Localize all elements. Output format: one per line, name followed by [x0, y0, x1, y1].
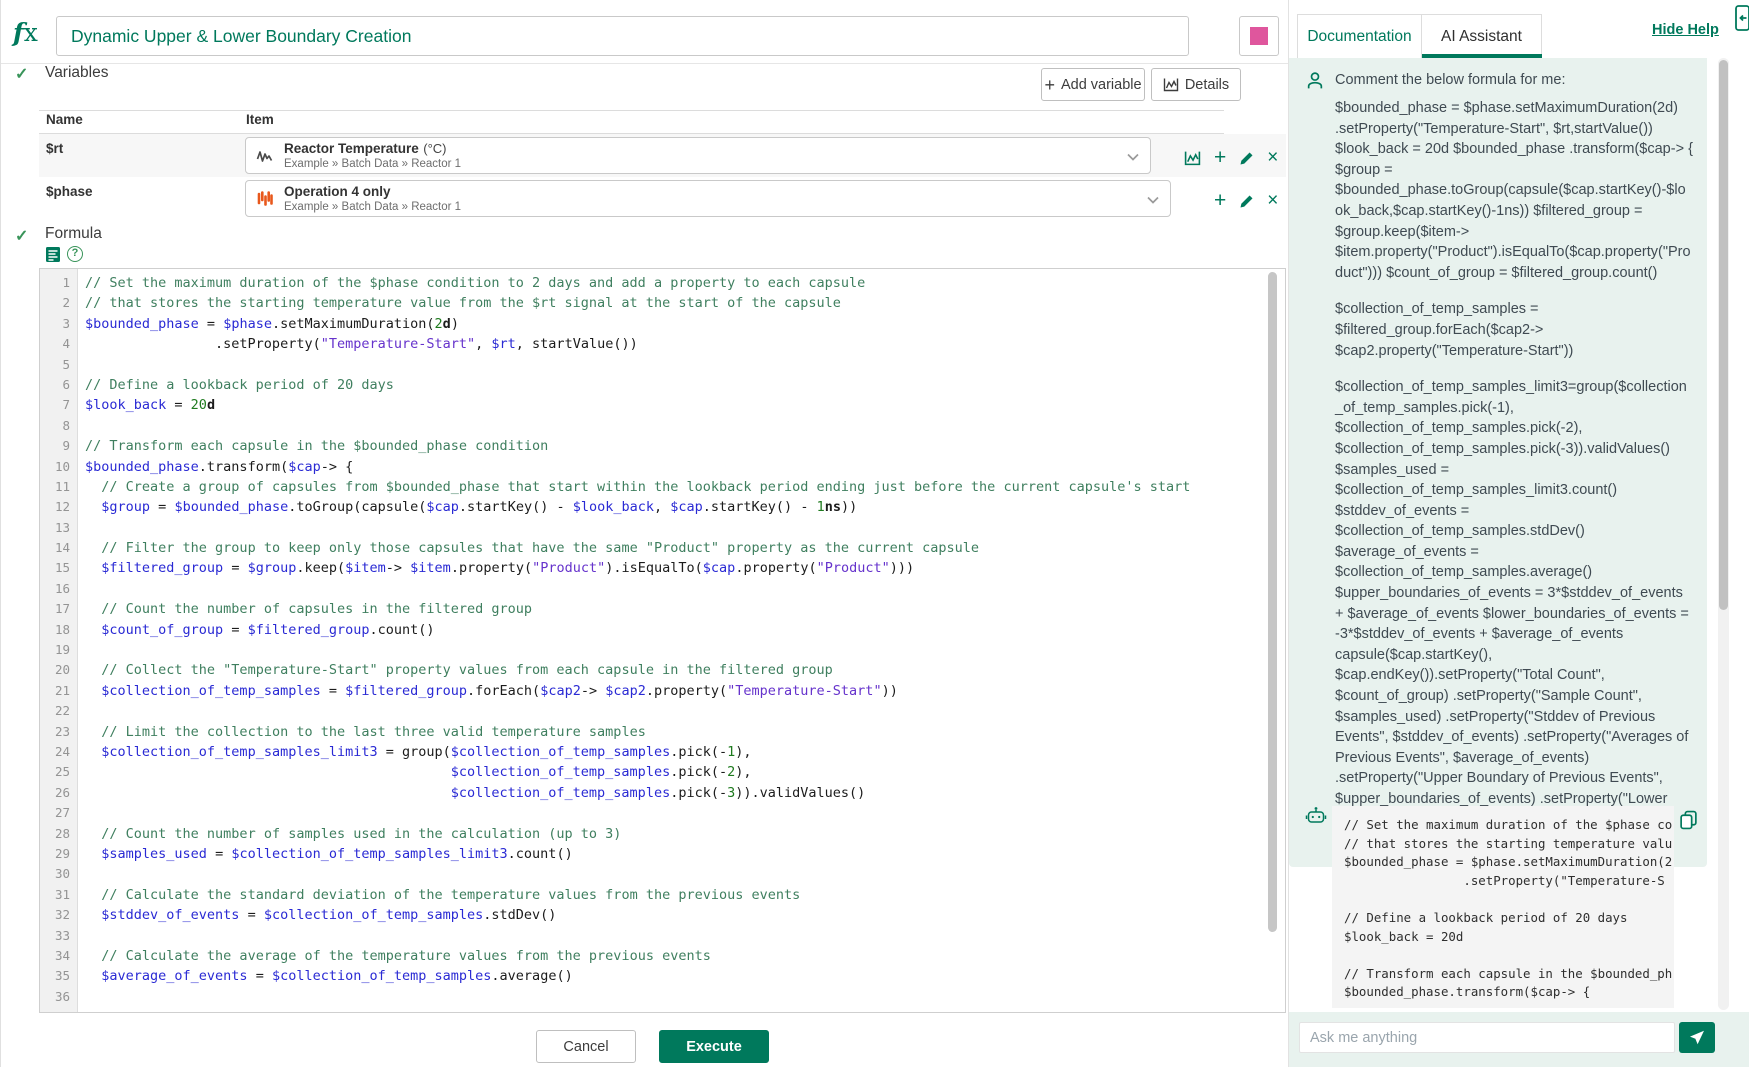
- variables-section-label: Variables: [45, 64, 108, 82]
- execute-button[interactable]: Execute: [659, 1030, 769, 1063]
- formula-title-input[interactable]: [56, 16, 1189, 56]
- edit-pencil-icon[interactable]: [1239, 151, 1254, 166]
- item-path: Example » Batch Data » Reactor 1: [284, 201, 461, 214]
- item-select-operation-4-only[interactable]: Operation 4 only Example » Batch Data » …: [245, 180, 1171, 217]
- formula-code[interactable]: // Set the maximum duration of the $phas…: [79, 269, 1285, 1012]
- variable-name: $rt: [46, 141, 63, 156]
- ai-response-code-block[interactable]: // Set the maximum duration of the $phas…: [1332, 806, 1674, 1008]
- formula-fx-icon: fx: [13, 18, 38, 47]
- tab-documentation[interactable]: Documentation: [1297, 14, 1422, 58]
- ask-input-bar: [1289, 1012, 1749, 1067]
- cancel-button[interactable]: Cancel: [536, 1030, 636, 1063]
- formula-check-icon: ✓: [15, 226, 28, 246]
- remove-icon[interactable]: ×: [1267, 147, 1278, 169]
- line-number-gutter: 1234567891011121314151617181920212223242…: [40, 269, 78, 1012]
- add-variable-button[interactable]: + Add variable: [1041, 68, 1145, 101]
- add-icon[interactable]: +: [1214, 146, 1226, 170]
- table-row: $rt Reactor Temperature (°C) Example » B…: [39, 134, 1286, 177]
- edit-pencil-icon[interactable]: [1239, 194, 1254, 209]
- chevron-down-icon[interactable]: [1126, 151, 1140, 163]
- formula-code-editor[interactable]: 1234567891011121314151617181920212223242…: [39, 268, 1286, 1013]
- add-icon[interactable]: +: [1214, 189, 1226, 213]
- chat-message-intro: Comment the below formula for me:: [1335, 71, 1565, 88]
- help-panel: Documentation AI Assistant Hide Help Com…: [1288, 0, 1749, 1067]
- variable-name: $phase: [46, 184, 93, 199]
- trend-chart-icon: [1163, 77, 1179, 92]
- item-title: Reactor Temperature: [284, 141, 419, 156]
- item-path: Example » Batch Data » Reactor 1: [284, 158, 461, 171]
- details-button[interactable]: Details: [1151, 68, 1241, 101]
- panel-scrollbar-thumb[interactable]: [1719, 60, 1728, 610]
- send-button[interactable]: [1679, 1022, 1715, 1053]
- chevron-down-icon[interactable]: [1146, 194, 1160, 206]
- user-person-icon: [1305, 71, 1325, 90]
- formula-section-label: Formula: [45, 225, 102, 243]
- signal-icon: [256, 148, 274, 164]
- formula-document-icon[interactable]: [45, 246, 61, 263]
- view-on-trend-icon[interactable]: [1184, 150, 1201, 166]
- collapse-panel-icon[interactable]: [1735, 5, 1749, 31]
- plus-icon: +: [1044, 76, 1055, 94]
- editor-scrollbar-thumb[interactable]: [1268, 272, 1277, 932]
- table-top-border: [39, 110, 1224, 111]
- formula-tool-window: fx ✓ Variables + Add variable Details Na…: [0, 0, 1749, 1067]
- variables-check-icon: ✓: [15, 64, 28, 84]
- remove-icon[interactable]: ×: [1267, 190, 1278, 212]
- color-swatch-button[interactable]: [1239, 16, 1279, 56]
- header-divider: [1, 63, 1288, 64]
- column-header-name: Name: [46, 112, 83, 127]
- hide-help-link[interactable]: Hide Help: [1652, 22, 1719, 38]
- user-chat-message: Comment the below formula for me: $bound…: [1289, 58, 1707, 867]
- item-uom: (°C): [423, 141, 446, 156]
- item-title: Operation 4 only: [284, 184, 391, 199]
- color-swatch: [1250, 27, 1268, 45]
- tab-ai-assistant[interactable]: AI Assistant: [1422, 14, 1542, 58]
- table-row: $phase Operation 4 only Example » Batch …: [39, 177, 1286, 220]
- column-header-item: Item: [246, 112, 274, 127]
- condition-capsules-icon: [256, 190, 274, 207]
- copy-icon[interactable]: [1679, 810, 1698, 830]
- chat-message-body: $bounded_phase = $phase.setMaximumDurati…: [1335, 98, 1693, 851]
- formula-help-question-icon[interactable]: ?: [67, 246, 83, 262]
- ask-me-anything-input[interactable]: [1299, 1022, 1675, 1053]
- item-select-reactor-temperature[interactable]: Reactor Temperature (°C) Example » Batch…: [245, 137, 1151, 174]
- ai-bot-icon: [1305, 806, 1327, 828]
